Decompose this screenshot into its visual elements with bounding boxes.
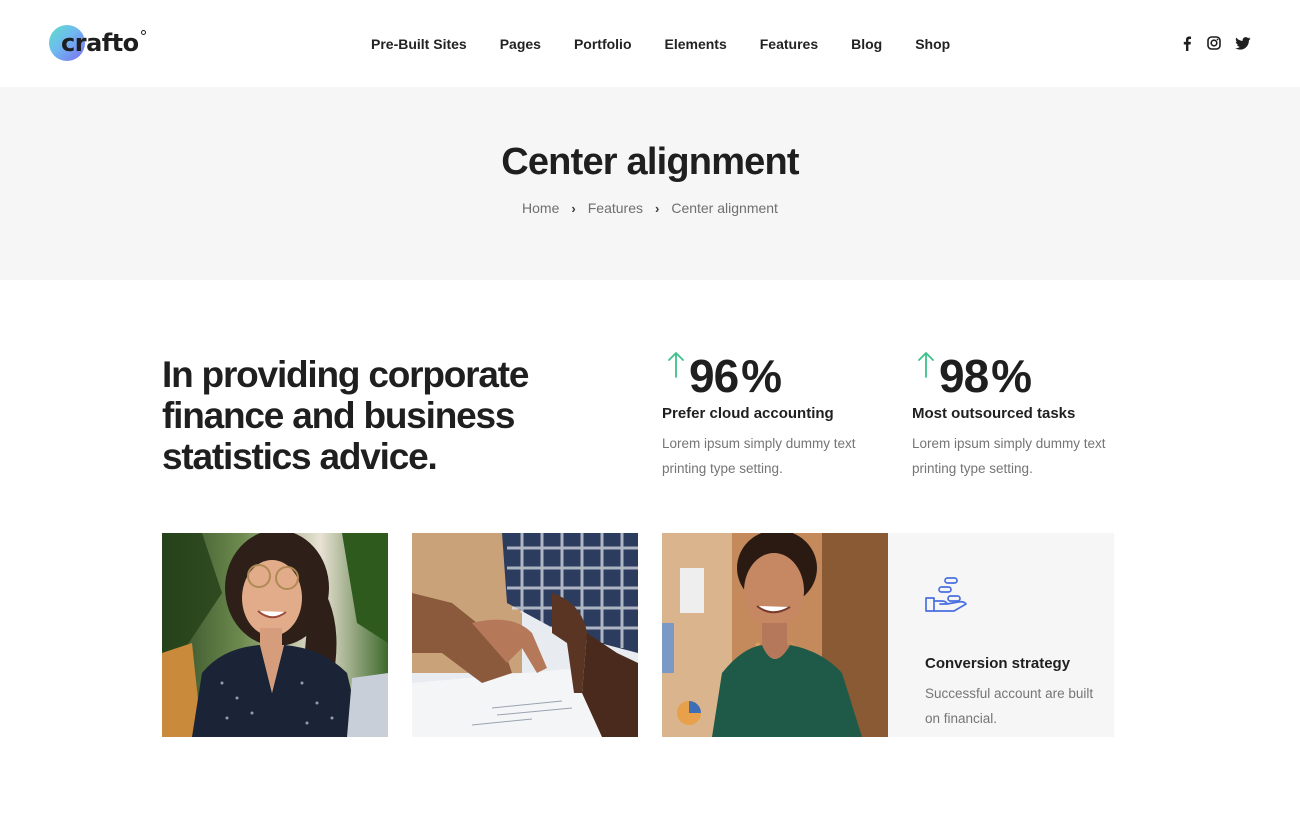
photo-hands-documents <box>412 533 638 737</box>
stat-title: Prefer cloud accounting <box>662 405 834 422</box>
arrow-up-icon <box>668 352 684 378</box>
page-title-band: Center alignment Home › Features › Cente… <box>0 87 1300 280</box>
arrow-up-icon <box>918 352 934 378</box>
photo-woman-laptop <box>162 533 388 737</box>
nav-item-blog[interactable]: Blog <box>851 36 882 52</box>
nav-item-features[interactable]: Features <box>760 36 818 52</box>
chevron-right-icon: › <box>654 200 660 216</box>
nav-item-shop[interactable]: Shop <box>915 36 950 52</box>
logo-text: crafto <box>61 29 139 57</box>
nav-item-pre-built-sites[interactable]: Pre-Built Sites <box>371 36 467 52</box>
info-card-conversion-strategy: Conversion strategy Successful account a… <box>888 533 1114 737</box>
breadcrumb-features[interactable]: Features <box>588 200 643 216</box>
breadcrumb-current: Center alignment <box>671 200 778 216</box>
info-card-title: Conversion strategy <box>925 655 1071 672</box>
intro-headline: In providing corporate finance and busin… <box>162 354 529 477</box>
instagram-icon[interactable] <box>1206 35 1222 51</box>
stat-value: 96% <box>689 350 782 402</box>
logo-dot <box>140 30 146 35</box>
hand-coins-icon <box>925 577 967 612</box>
breadcrumb: Home › Features › Center alignment <box>0 200 1300 216</box>
breadcrumb-home[interactable]: Home <box>522 200 559 216</box>
logo[interactable]: crafto <box>49 24 146 62</box>
twitter-icon[interactable] <box>1235 35 1251 51</box>
site-header: crafto Pre-Built Sites Pages Portfolio E… <box>0 0 1300 87</box>
nav-item-pages[interactable]: Pages <box>500 36 541 52</box>
nav-item-elements[interactable]: Elements <box>665 36 727 52</box>
chevron-right-icon: › <box>571 200 576 216</box>
nav-item-portfolio[interactable]: Portfolio <box>574 36 632 52</box>
stat-value: 98% <box>939 350 1032 402</box>
page-title: Center alignment <box>501 141 799 183</box>
info-card-description: Successful account are built on financia… <box>925 686 1094 726</box>
photo-woman-office <box>662 533 888 737</box>
stat-description: Lorem ipsum simply dummy text printing t… <box>662 436 856 476</box>
stat-description: Lorem ipsum simply dummy text printing t… <box>912 436 1106 476</box>
main-nav: Pre-Built Sites Pages Portfolio Elements… <box>371 36 950 52</box>
stat-title: Most outsourced tasks <box>912 405 1076 422</box>
facebook-icon[interactable] <box>1179 35 1195 51</box>
